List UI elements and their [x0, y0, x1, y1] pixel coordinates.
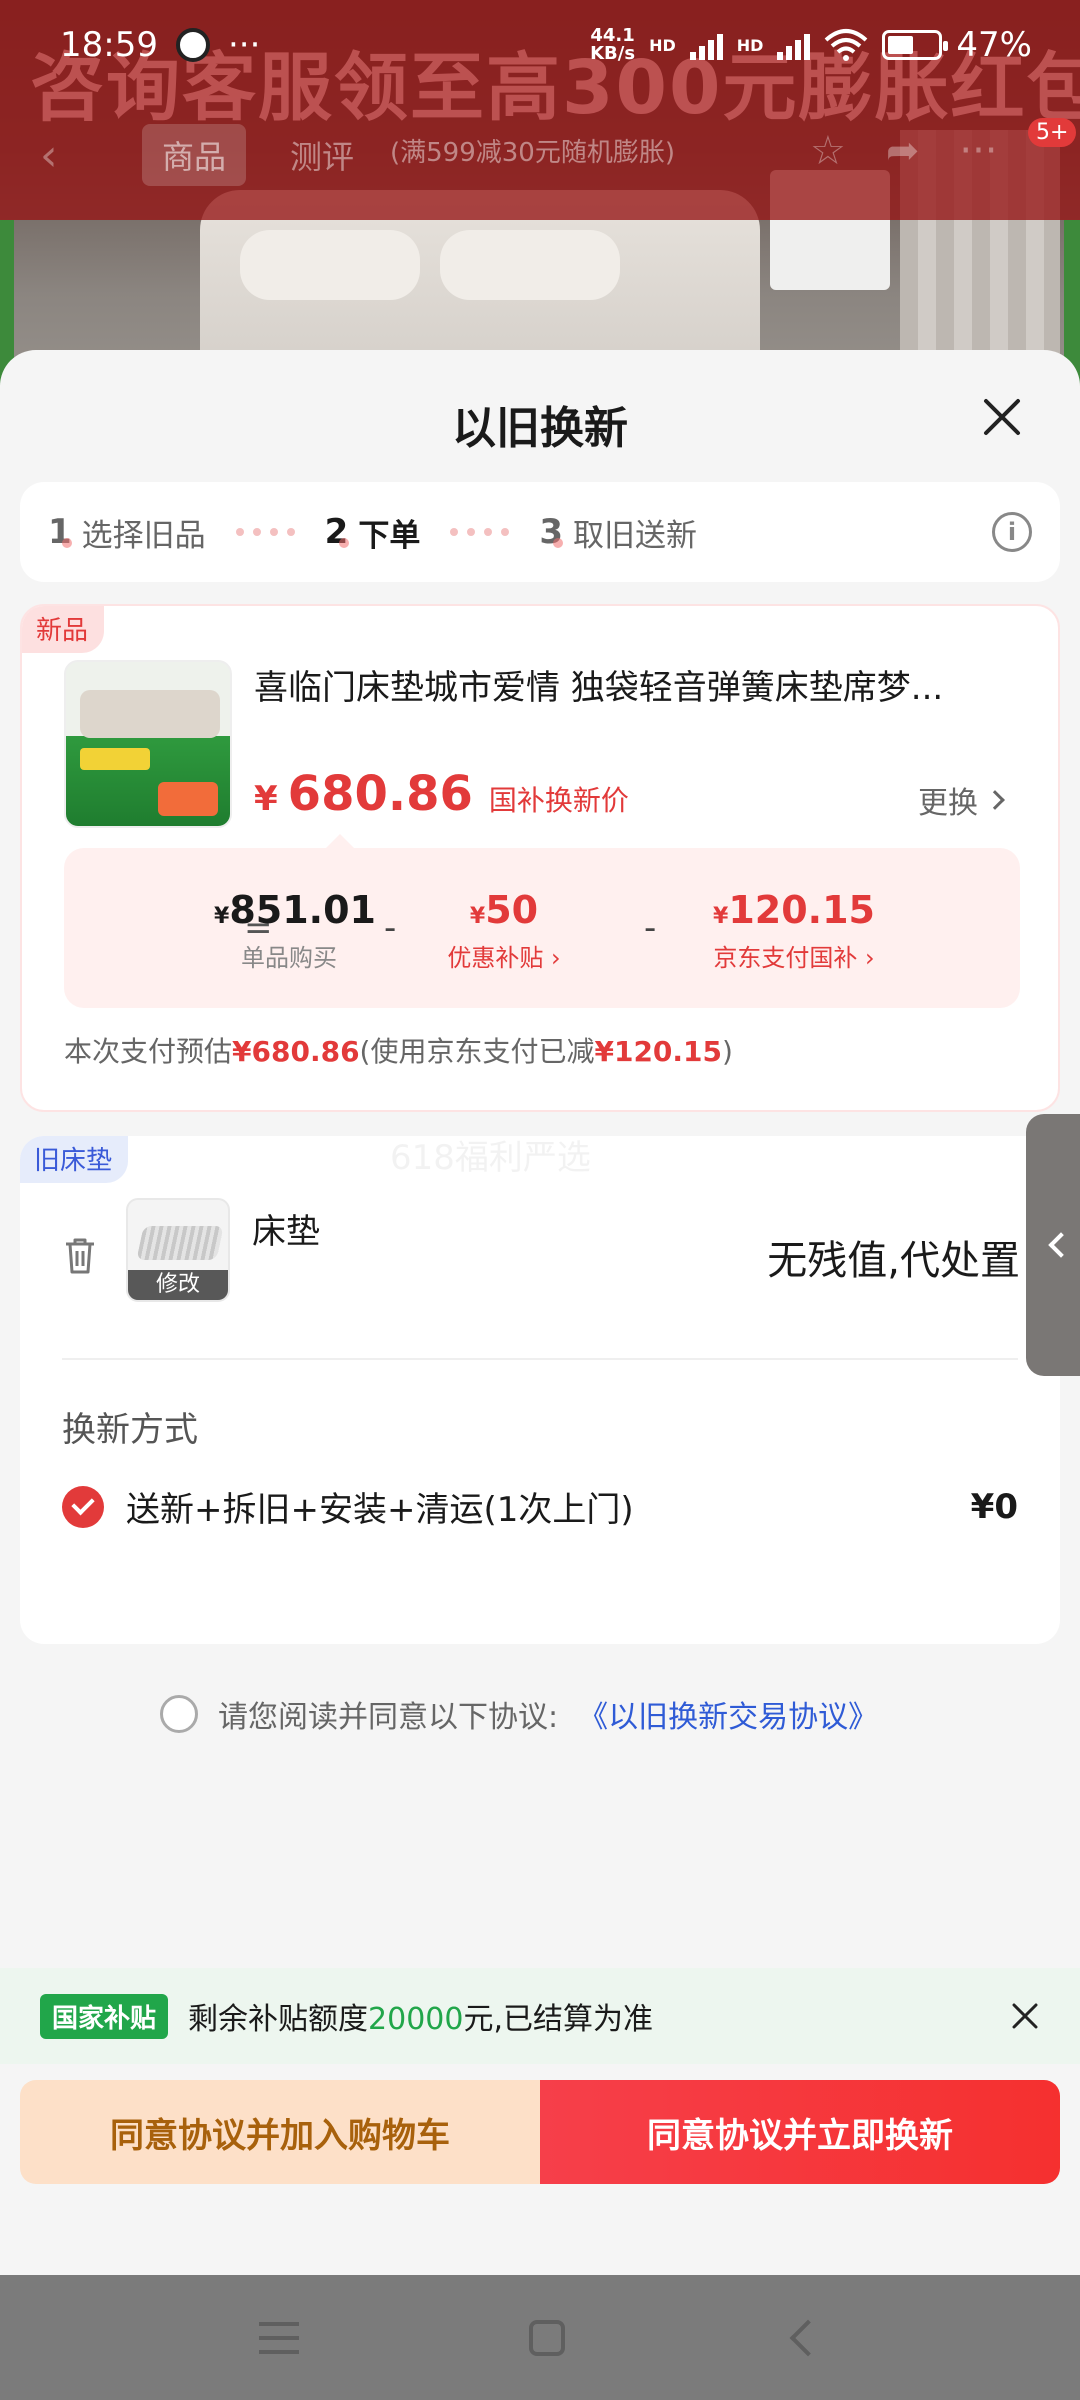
- agreement-row: 请您阅读并同意以下协议: 《以旧换新交易协议》: [160, 1692, 878, 1736]
- step-3: 3 取旧送新: [539, 512, 698, 554]
- trade-in-sheet: 以旧换新 1 选择旧品 2 下单 3 取旧送新 i 新品 喜临门床垫城市爱情 独…: [0, 350, 1080, 2275]
- battery-icon: [882, 30, 949, 60]
- new-item-card: 新品 喜临门床垫城市爱情 独袋轻音弹簧床垫席梦... ¥ 680.86 国补换新…: [20, 604, 1060, 1112]
- subsidy-bar: 国家补贴 剩余补贴额度20000元,已结算为准: [0, 1968, 1080, 2064]
- step-dots: [450, 528, 510, 536]
- change-product-button[interactable]: 更换: [918, 778, 1005, 822]
- trash-icon[interactable]: [62, 1236, 98, 1276]
- old-item-card: 旧床垫 618福利严选 修改 床垫 无残值,代处置 换新方式 送新+拆旧+安装+…: [20, 1136, 1060, 1644]
- price-currency: ¥: [254, 779, 278, 819]
- hd-label: HD: [736, 35, 764, 55]
- status-more: ···: [227, 25, 261, 65]
- menu-icon[interactable]: [259, 2321, 299, 2354]
- info-icon[interactable]: i: [992, 512, 1032, 552]
- base-price: ¥851.01 单品购买: [214, 888, 376, 972]
- star-icon: ☆: [810, 128, 846, 174]
- subsidy-text: 剩余补贴额度20000元,已结算为准: [188, 2002, 653, 2037]
- pillow-image: [440, 230, 620, 300]
- status-bar: 18:59 ··· 44.1 KB/s HD HD 47%: [0, 0, 1080, 90]
- checked-icon[interactable]: [62, 1485, 104, 1528]
- clock-app-icon: [175, 28, 210, 62]
- method-option[interactable]: 送新+拆旧+安装+清运(1次上门) ¥0: [62, 1482, 1018, 1531]
- coupon-subsidy[interactable]: ¥50 优惠补贴 ›: [434, 888, 574, 973]
- agreement-text: 请您阅读并同意以下协议:: [218, 1700, 559, 1735]
- status-time: 18:59: [60, 25, 158, 65]
- watermark: 618福利严选: [390, 1138, 591, 1178]
- network-speed: 44.1 KB/s: [590, 25, 636, 64]
- minus-sign: -: [384, 908, 397, 948]
- price-value: 680.86: [287, 766, 473, 822]
- close-icon[interactable]: [980, 395, 1024, 439]
- pillow-image: [240, 230, 420, 300]
- method-price: ¥0: [970, 1486, 1018, 1527]
- method-title: 换新方式: [62, 1410, 198, 1450]
- old-item-thumbnail[interactable]: 修改: [126, 1198, 230, 1302]
- new-item-tag: 新品: [22, 606, 105, 653]
- back-icon[interactable]: [789, 2319, 827, 2356]
- divider: [62, 1358, 1018, 1360]
- signal-icon: [777, 30, 811, 60]
- tab-product: 商品: [142, 124, 247, 186]
- subsidy-badge: 国家补贴: [40, 1993, 169, 2039]
- old-item-value: 无残值,代处置: [767, 1238, 1020, 1284]
- product-tabs: 商品 测评: [142, 124, 374, 186]
- home-icon[interactable]: [529, 2319, 565, 2356]
- tab-review: 测评: [290, 138, 355, 176]
- sheet-title: 以旧换新: [452, 403, 628, 454]
- close-icon[interactable]: [1010, 2001, 1040, 2031]
- step-1: 1 选择旧品: [48, 512, 206, 554]
- product-thumbnail[interactable]: [64, 660, 232, 828]
- jd-pay-subsidy[interactable]: ¥120.15 京东支付国补 ›: [684, 888, 904, 973]
- add-to-cart-button[interactable]: 同意协议并加入购物车: [20, 2080, 540, 2184]
- minus-sign: -: [644, 908, 657, 948]
- exchange-now-button[interactable]: 同意协议并立即换新: [540, 2080, 1060, 2184]
- chevron-left-icon: [1048, 1232, 1074, 1258]
- price-label: 国补换新价: [488, 784, 629, 817]
- chevron-right-icon: [985, 790, 1005, 810]
- header-icons: ☆ ➦ ···: [810, 128, 998, 174]
- product-title[interactable]: 喜临门床垫城市爱情 独袋轻音弹簧床垫席梦...: [254, 660, 1024, 709]
- side-drawer-handle[interactable]: [1026, 1114, 1080, 1376]
- step-2: 2 下单: [324, 512, 421, 554]
- system-nav-bar: [0, 2275, 1080, 2400]
- method-label: 送新+拆旧+安装+清运(1次上门): [126, 1490, 634, 1530]
- price-breakdown: = ¥851.01 单品购买 - ¥50 优惠补贴 › - ¥120.15 京东…: [64, 834, 1020, 1008]
- old-item-tag: 旧床垫: [20, 1136, 129, 1183]
- share-icon: ➦: [885, 128, 920, 174]
- cart-badge: 5+: [1028, 118, 1077, 147]
- edit-button[interactable]: 修改: [128, 1270, 228, 1300]
- step-dots: [235, 528, 295, 536]
- more-icon: ···: [959, 128, 998, 174]
- price-row: ¥ 680.86 国补换新价: [254, 766, 629, 822]
- steps-bar: 1 选择旧品 2 下单 3 取旧送新 i: [20, 482, 1060, 582]
- agreement-link[interactable]: 《以旧换新交易协议》: [578, 1692, 878, 1736]
- hd-label: HD: [649, 35, 676, 55]
- signal-icon: [689, 30, 723, 60]
- old-item-name: 床垫: [252, 1212, 320, 1252]
- back-icon: ‹: [40, 130, 58, 181]
- agreement-radio[interactable]: [160, 1695, 198, 1733]
- wifi-icon: [825, 29, 868, 61]
- battery-level: 47%: [956, 25, 1032, 65]
- payment-estimate: 本次支付预估¥680.86(使用京东支付已减¥120.15): [64, 1035, 733, 1068]
- promo-subtext: (满599减30元随机膨胀): [390, 138, 675, 168]
